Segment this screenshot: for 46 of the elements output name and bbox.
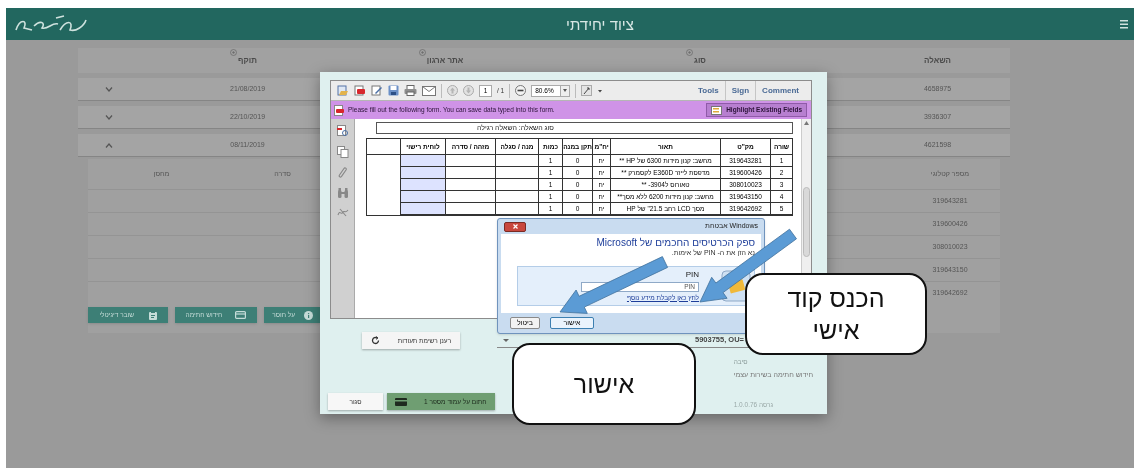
credit-card-icon [235, 311, 247, 319]
chevron-down-icon[interactable] [105, 86, 113, 92]
dialog-heading: ספק הכרטיסים החכמים של Microsoft [596, 237, 755, 248]
column-header: אתר ארגון [426, 54, 464, 67]
paperclip-icon[interactable] [337, 167, 348, 179]
plate-input-field[interactable] [401, 167, 446, 179]
binoculars-icon[interactable] [336, 188, 349, 198]
print-icon[interactable] [404, 85, 417, 96]
plate-input-field[interactable] [401, 203, 446, 215]
card-icon [395, 397, 408, 406]
plate-input-field[interactable] [401, 179, 446, 191]
table-cell [496, 179, 539, 191]
menu-icon[interactable] [1120, 19, 1128, 29]
close-icon [512, 224, 518, 229]
form-icon [334, 104, 344, 116]
dropdown-arrow-icon [503, 338, 509, 342]
save-icon[interactable] [388, 85, 399, 96]
email-icon[interactable] [422, 85, 436, 96]
chevron-up-icon[interactable] [105, 142, 113, 148]
plate-input-field[interactable] [401, 191, 446, 203]
caret-icon [563, 89, 568, 92]
toolbar-link[interactable]: Sign [724, 81, 756, 100]
table-cell [496, 167, 539, 179]
table-cell [496, 191, 539, 203]
chevron-down-icon[interactable] [105, 114, 113, 120]
close-button[interactable] [504, 221, 526, 232]
pages-icon[interactable] [336, 146, 349, 158]
zoom-out-icon[interactable] [515, 85, 527, 96]
scroll-up-icon[interactable] [804, 121, 809, 125]
toolbar-link[interactable]: Comment [755, 81, 805, 100]
document-search-icon[interactable] [336, 125, 349, 137]
form-fields-icon [711, 105, 723, 115]
column-header: השאלה [924, 54, 951, 67]
column-header: תוקף [238, 54, 257, 67]
select-tool-icon[interactable] [581, 85, 604, 96]
refresh-icon [370, 336, 380, 345]
callout-text: אישור [572, 369, 636, 400]
pin-label: PIN [685, 268, 699, 281]
create-pdf-icon[interactable] [354, 85, 366, 96]
column-header: סוג [694, 54, 706, 67]
edit-icon[interactable] [371, 85, 383, 96]
page-title: ציוד יחידתי [566, 15, 634, 35]
plate-input-field[interactable] [401, 155, 446, 167]
info-icon [303, 310, 313, 320]
clipboard-icon [148, 310, 157, 320]
toolbar-link[interactable]: Tools [692, 81, 725, 100]
